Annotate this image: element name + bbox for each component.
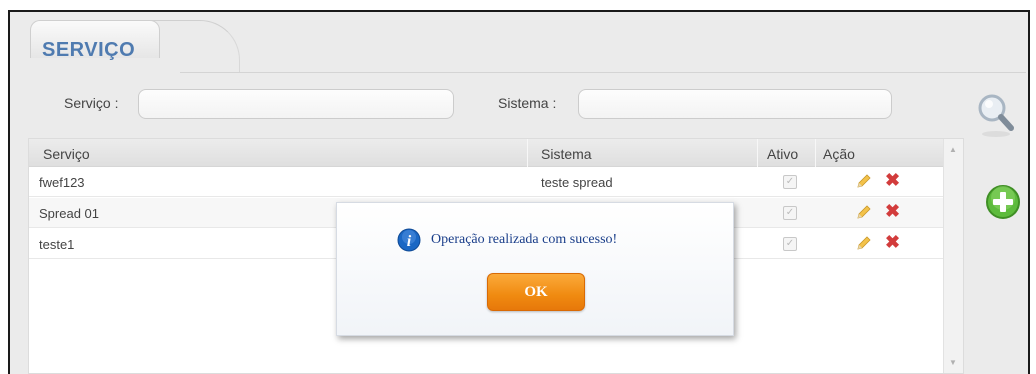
column-header-ativo[interactable]: Ativo [767,146,798,162]
add-icon[interactable] [985,184,1021,220]
scroll-down-icon[interactable]: ▼ [949,358,957,367]
pencil-icon[interactable] [855,203,873,221]
column-divider [757,139,758,167]
svg-text:i: i [407,233,412,250]
search-icon[interactable] [976,92,1016,138]
dialog-message: Operação realizada com sucesso! [431,232,618,247]
pencil-icon[interactable] [855,234,873,252]
tab-divider [180,72,1026,73]
tab-curve [150,20,240,73]
column-header-sistema[interactable]: Sistema [541,146,592,162]
servico-filter-label: Serviço : [64,95,119,111]
pencil-icon[interactable] [855,172,873,190]
sistema-filter-input[interactable] [578,89,892,119]
scroll-up-icon[interactable]: ▲ [949,145,957,154]
main-panel: SERVIÇO Serviço : Sistema : Serviço Sist… [8,10,1030,374]
column-divider [815,139,816,167]
page-title: SERVIÇO [42,39,136,61]
table-scrollbar[interactable]: ▲ ▼ [943,139,963,373]
table-header: Serviço Sistema Ativo Ação [29,139,943,167]
column-divider [527,139,528,167]
column-header-acao: Ação [823,146,855,162]
sistema-filter-label: Sistema : [498,95,557,111]
cell-sistema: teste spread [541,175,613,190]
ativo-checkbox[interactable]: ✓ [783,237,797,251]
column-header-servico[interactable]: Serviço [43,146,90,162]
delete-icon[interactable]: ✖ [885,202,900,220]
cell-servico: fwef123 [39,175,85,190]
success-dialog: i Operação realizada com sucesso! OK [336,202,734,336]
cell-servico: Spread 01 [39,206,99,221]
ok-button[interactable]: OK [487,273,585,311]
info-icon: i [397,228,421,252]
cell-servico: teste1 [39,237,75,252]
ativo-checkbox[interactable]: ✓ [783,206,797,220]
delete-icon[interactable]: ✖ [885,233,900,251]
table-row[interactable]: fwef123 teste spread ✓ ✖ [29,167,943,197]
delete-icon[interactable]: ✖ [885,171,900,189]
servico-filter-input[interactable] [138,89,454,119]
ativo-checkbox[interactable]: ✓ [783,175,797,189]
